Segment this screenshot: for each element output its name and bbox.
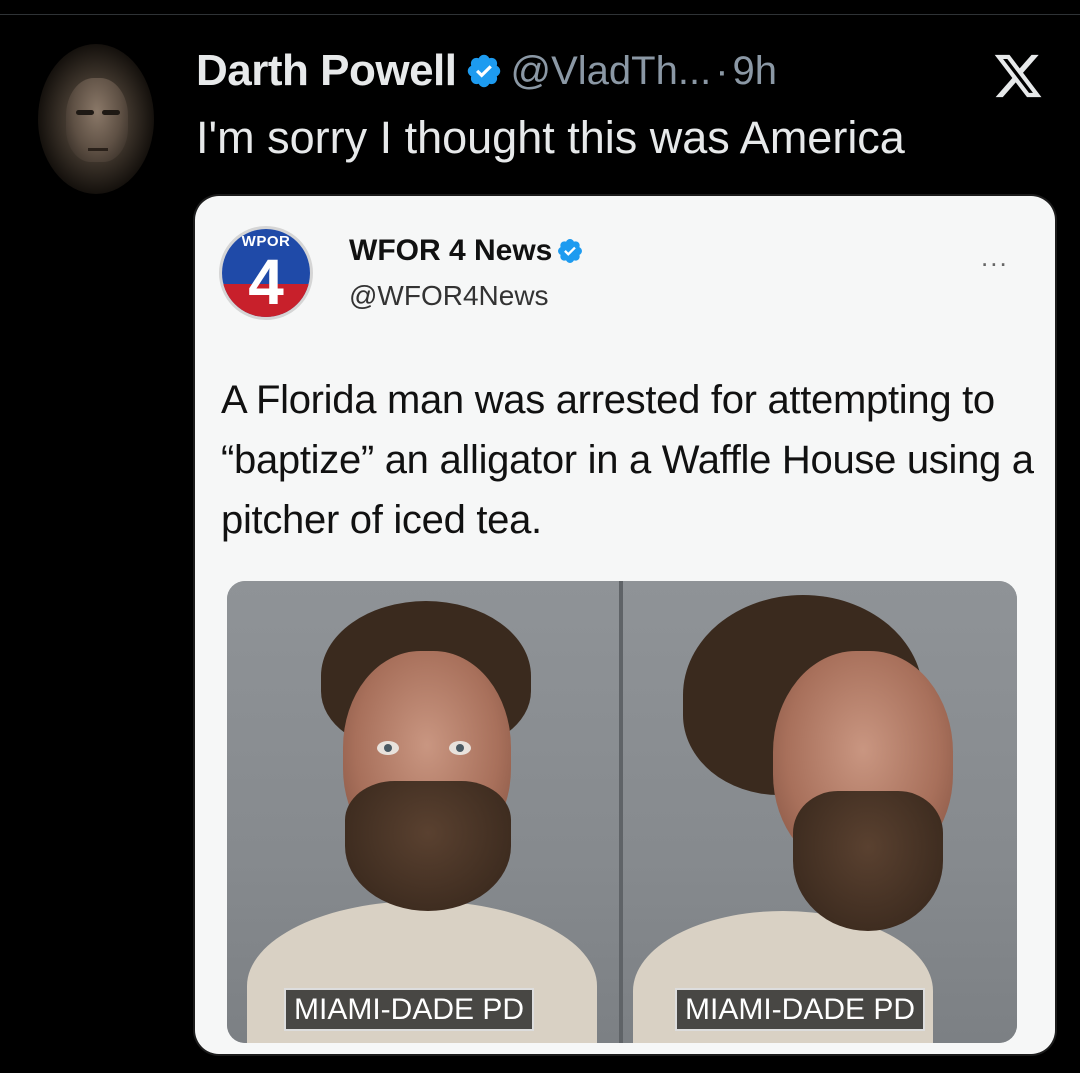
avatar-brow-left	[76, 110, 94, 115]
mugshot-profile-photo[interactable]: MIAMI-DADE PD	[623, 581, 1017, 1043]
user-handle[interactable]: @VladTh...	[511, 49, 712, 94]
wfor-logo[interactable]: WPOR 4	[219, 226, 313, 320]
avatar-mouth	[88, 148, 108, 151]
embedded-display-name[interactable]: WFOR 4 News	[349, 234, 552, 268]
user-avatar[interactable]	[38, 44, 154, 194]
embedded-post-header: WFOR 4 News	[349, 234, 584, 268]
photo-caption: MIAMI-DADE PD	[284, 988, 535, 1031]
mugshot-photos[interactable]: MIAMI-DADE PD MIAMI-DADE PD	[227, 581, 1017, 1043]
embedded-post-card[interactable]: WPOR 4 WFOR 4 News @WFOR4News ... A Flor…	[195, 196, 1055, 1054]
tweet-header: Darth Powell @VladTh... · 9h	[196, 46, 777, 96]
logo-number: 4	[248, 246, 284, 318]
eye-left	[377, 741, 399, 755]
display-name[interactable]: Darth Powell	[196, 46, 457, 96]
mugshot-front-photo[interactable]: MIAMI-DADE PD	[227, 581, 619, 1043]
eye-right	[449, 741, 471, 755]
x-logo-icon	[994, 54, 1042, 98]
timestamp[interactable]: 9h	[733, 49, 778, 94]
embedded-handle[interactable]: @WFOR4News	[349, 280, 549, 312]
tweet-screenshot: Darth Powell @VladTh... · 9h I'm sorry I…	[0, 0, 1080, 1073]
photo-caption: MIAMI-DADE PD	[675, 988, 926, 1031]
beard	[793, 791, 943, 931]
separator-dot: ·	[715, 48, 729, 93]
top-divider	[0, 14, 1080, 15]
tweet-text: I'm sorry I thought this was America	[196, 112, 905, 163]
verified-badge-icon	[558, 239, 583, 263]
more-options-icon[interactable]: ...	[981, 242, 1009, 273]
verified-badge-icon	[467, 54, 500, 88]
beard	[345, 781, 511, 911]
embedded-post-text: A Florida man was arrested for attemptin…	[221, 378, 1034, 542]
avatar-brow-right	[102, 110, 120, 115]
